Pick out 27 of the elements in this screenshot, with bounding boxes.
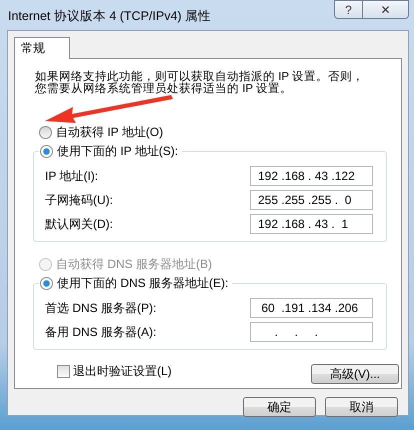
close-button[interactable]: ✕ (363, 0, 409, 19)
radio-label: 使用下面的 IP 地址(S): (57, 143, 178, 160)
ip-address-field[interactable]: 60 .191 .134 .206 (250, 298, 373, 318)
ip-address-field[interactable]: 192 .168 . 43 . 1 (250, 214, 373, 234)
window-title: Internet 协议版本 4 (TCP/IPv4) 属性 (8, 8, 212, 25)
field-label: 备用 DNS 服务器(A): (45, 324, 156, 340)
field-label: IP 地址(I): (45, 168, 98, 184)
field-label: 子网掩码(U): (45, 192, 113, 208)
radio-label: 自动获得 IP 地址(O) (56, 124, 164, 141)
help-button[interactable]: ? (334, 0, 363, 19)
checkbox-label: 退出时验证设置(L) (73, 362, 172, 380)
radio-button[interactable] (39, 126, 52, 139)
ip-address-field[interactable]: 255 .255 .255 . 0 (250, 190, 373, 210)
description-text: 如果网络支持此功能，则可以获取自动指派的 IP 设置。否则，您需要从网络系统管理员处获得适当的 IP 设置。 (35, 71, 366, 95)
field-label: 默认网关(D): (45, 216, 113, 232)
checkbox[interactable] (57, 364, 70, 378)
dialog-button[interactable]: 取消 (325, 397, 398, 417)
advanced-button[interactable]: 高级(V)... (311, 364, 399, 384)
radio-label: 使用下面的 DNS 服务器地址(E): (57, 275, 228, 292)
radio-label: 自动获得 DNS 服务器地址(B) (56, 256, 212, 273)
radio-button[interactable] (40, 145, 53, 158)
ip-address-field[interactable]: 192 .168 . 43 .122 (250, 166, 373, 186)
tab[interactable]: 常规 (14, 37, 70, 59)
dialog-button[interactable]: 确定 (243, 397, 316, 417)
radio-button[interactable] (40, 277, 53, 290)
ip-address-field[interactable]: . . . (250, 322, 373, 342)
field-label: 首选 DNS 服务器(P): (45, 300, 156, 316)
